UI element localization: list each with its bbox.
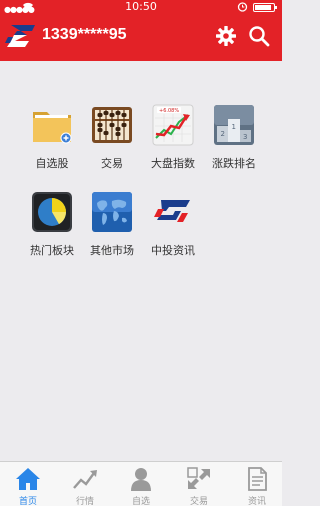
- status-bar: ●●●●● 10:50: [0, 0, 282, 14]
- menu-item-label: 中投资讯: [151, 245, 195, 257]
- exchange-arrows-icon: [187, 467, 210, 489]
- svg-text:3: 3: [243, 133, 247, 141]
- rising-chart-icon: +6.08%: [152, 104, 194, 146]
- alarm-icon: [237, 2, 248, 12]
- tab-news[interactable]: 资讯: [229, 462, 285, 506]
- menu-item-hot-sectors[interactable]: 热门板块: [22, 191, 82, 258]
- menu-item-label: 其他市场: [90, 245, 134, 257]
- battery-level: [255, 5, 272, 10]
- account-number: 1339*****95: [42, 26, 127, 43]
- menu-item-trade[interactable]: 交易: [82, 104, 142, 171]
- logo-icon: [5, 25, 35, 47]
- menu-item-label: 热门板块: [30, 245, 74, 257]
- battery-icon: [253, 3, 277, 12]
- pie-chart-icon: [32, 192, 72, 232]
- tab-trade[interactable]: 交易: [171, 462, 227, 506]
- menu-item-news[interactable]: 中投资讯: [143, 191, 203, 258]
- settings-gear-icon[interactable]: [215, 25, 237, 47]
- menu-item-label: 自选股: [35, 158, 69, 170]
- trend-line-icon: [73, 470, 97, 489]
- document-icon: [248, 467, 267, 491]
- podium-ranking-icon: 2 1 3: [214, 105, 254, 145]
- tab-label: 交易: [189, 497, 208, 506]
- person-icon: [131, 468, 151, 491]
- tab-label: 首页: [18, 497, 37, 506]
- tab-home[interactable]: 首页: [0, 462, 56, 506]
- menu-item-label: 交易: [101, 158, 123, 170]
- svg-text:1: 1: [232, 123, 236, 131]
- world-map-icon: [92, 192, 132, 232]
- search-icon[interactable]: [248, 25, 270, 47]
- tab-label: 资讯: [247, 497, 266, 506]
- top-header: ●●●●● 10:50 1339*****95: [0, 0, 282, 61]
- menu-item-label: 涨跌排名: [212, 158, 256, 170]
- menu-item-watchlist[interactable]: 自选股: [22, 104, 82, 171]
- menu-item-ranking[interactable]: 2 1 3 涨跌排名: [204, 104, 264, 171]
- folder-icon: [33, 112, 72, 144]
- brand-logo-icon: [154, 200, 190, 222]
- menu-item-label: 大盘指数: [151, 158, 195, 170]
- menu-item-market-index[interactable]: +6.08% 大盘指数: [143, 104, 203, 171]
- svg-text:+6.08%: +6.08%: [159, 108, 179, 114]
- bottom-tab-bar: 首页 行情 自选 交易 资讯: [0, 461, 282, 506]
- menu-item-other-markets[interactable]: 其他市场: [82, 191, 142, 258]
- svg-text:2: 2: [221, 130, 225, 138]
- abacus-icon: [92, 107, 132, 143]
- tab-watchlist[interactable]: 自选: [113, 462, 169, 506]
- tab-label: 行情: [75, 497, 94, 506]
- tab-quotes[interactable]: 行情: [57, 462, 113, 506]
- tab-label: 自选: [131, 497, 150, 506]
- home-icon: [16, 468, 40, 490]
